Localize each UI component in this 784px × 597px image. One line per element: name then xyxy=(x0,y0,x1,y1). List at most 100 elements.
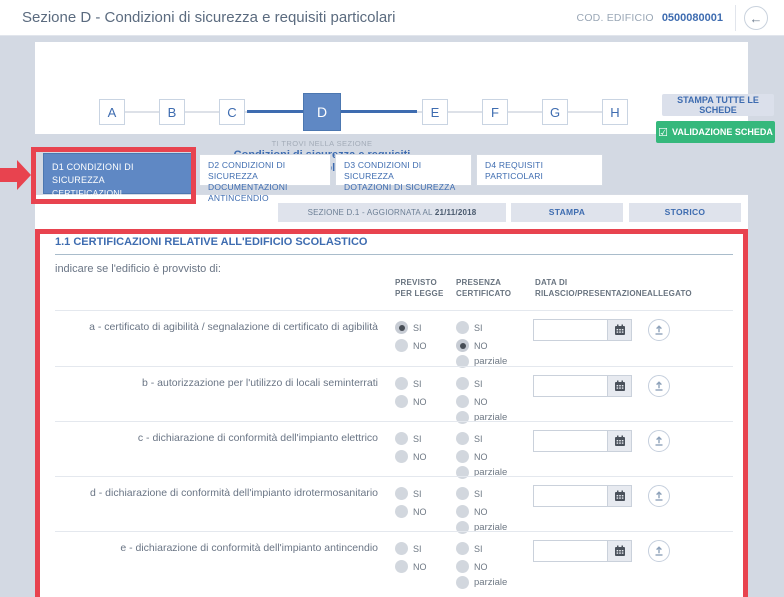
radio-circle[interactable] xyxy=(456,505,469,518)
radio-presenza-no[interactable]: NO xyxy=(456,560,488,573)
radio-previsto-si[interactable]: SI xyxy=(395,321,422,334)
section-status-badge: SEZIONE D.1 - AGGIORNATA AL 21/11/2018 xyxy=(278,203,506,222)
calendar-icon xyxy=(614,545,626,557)
date-input[interactable] xyxy=(533,485,607,507)
upload-attachment-button[interactable] xyxy=(648,485,670,507)
date-input[interactable] xyxy=(533,540,607,562)
radio-circle[interactable] xyxy=(395,377,408,390)
radio-circle[interactable] xyxy=(456,339,469,352)
radio-previsto-si[interactable]: SI xyxy=(395,377,422,390)
date-field-group xyxy=(533,319,632,341)
date-input[interactable] xyxy=(533,430,607,452)
radio-previsto-no[interactable]: NO xyxy=(395,560,427,573)
tab-d2-documentazioni-antincendio[interactable]: D2 CONDIZIONI DI SICUREZZA DOCUMENTAZION… xyxy=(199,154,331,186)
column-allegato: ALLEGATO xyxy=(647,288,692,299)
radio-circle[interactable] xyxy=(395,321,408,334)
tab-d3-dotazioni-di-sicurezza[interactable]: D3 CONDIZIONI DI SICUREZZA DOTAZIONI DI … xyxy=(335,154,472,186)
page: Sezione D - Condizioni di sicurezza e re… xyxy=(0,0,784,597)
upload-attachment-button[interactable] xyxy=(648,430,670,452)
page-title: Sezione D - Condizioni di sicurezza e re… xyxy=(22,0,396,36)
radio-previsto-no[interactable]: NO xyxy=(395,505,427,518)
radio-circle[interactable] xyxy=(395,505,408,518)
upload-attachment-button[interactable] xyxy=(648,319,670,341)
radio-previsto-si[interactable]: SI xyxy=(395,542,422,555)
radio-circle[interactable] xyxy=(456,450,469,463)
form-intro-text: indicare se l'edificio è provvisto di: xyxy=(55,263,221,275)
radio-previsto-no[interactable]: NO xyxy=(395,450,427,463)
radio-circle[interactable] xyxy=(456,321,469,334)
step-h[interactable]: H xyxy=(602,99,628,125)
upload-attachment-button[interactable] xyxy=(648,375,670,397)
tab-d4-requisiti-particolari[interactable]: D4 REQUISITI PARTICOLARI xyxy=(476,154,603,186)
validate-button[interactable]: ☑ VALIDAZIONE SCHEDA xyxy=(656,121,775,143)
radio-circle[interactable] xyxy=(456,576,469,589)
history-button[interactable]: STORICO xyxy=(629,203,741,222)
calendar-button[interactable] xyxy=(607,485,632,507)
radio-circle[interactable] xyxy=(456,377,469,390)
upload-icon xyxy=(653,324,665,336)
certification-row-a: a - certificato di agibilità / segnalazi… xyxy=(55,310,733,365)
radio-circle[interactable] xyxy=(395,450,408,463)
radio-circle[interactable] xyxy=(456,432,469,445)
tab-label: D4 REQUISITI PARTICOLARI xyxy=(485,160,543,181)
calendar-button[interactable] xyxy=(607,540,632,562)
status-prefix: SEZIONE D.1 - AGGIORNATA AL xyxy=(308,208,435,217)
print-button[interactable]: STAMPA xyxy=(511,203,623,222)
step-d-active[interactable]: D xyxy=(303,93,341,131)
step-g[interactable]: G xyxy=(542,99,568,125)
radio-previsto-no[interactable]: NO xyxy=(395,339,427,352)
step-f[interactable]: F xyxy=(482,99,508,125)
tab-d1-certificazioni[interactable]: D1 CONDIZIONI DI SICUREZZA CERTIFICAZION… xyxy=(43,153,195,194)
step-b[interactable]: B xyxy=(159,99,185,125)
date-field-group xyxy=(533,485,632,507)
radio-previsto-si[interactable]: SI xyxy=(395,432,422,445)
tab-sublabel: DOCUMENTAZIONI ANTINCENDIO xyxy=(208,182,322,204)
step-e[interactable]: E xyxy=(422,99,448,125)
upload-icon xyxy=(653,490,665,502)
calendar-button[interactable] xyxy=(607,375,632,397)
radio-presenza-parziale[interactable]: parziale xyxy=(456,576,507,589)
radio-presenza-no[interactable]: NO xyxy=(456,339,488,352)
radio-presenza-si[interactable]: SI xyxy=(456,377,483,390)
certification-row-c: c - dichiarazione di conformità dell'imp… xyxy=(55,421,733,476)
annotation-arrow xyxy=(0,168,17,182)
radio-circle[interactable] xyxy=(456,487,469,500)
step-c[interactable]: C xyxy=(219,99,245,125)
tab-label: D1 CONDIZIONI DI SICUREZZA xyxy=(52,162,134,185)
you-are-here-label: TI TROVI NELLA SEZIONE xyxy=(192,139,452,148)
checkbox-icon: ☑ xyxy=(658,126,668,139)
calendar-icon xyxy=(614,324,626,336)
column-previsto-per-legge: PREVISTOPER LEGGE xyxy=(395,277,443,299)
column-presenza-certificato: PRESENZACERTIFICATO xyxy=(456,277,511,299)
radio-presenza-si[interactable]: SI xyxy=(456,432,483,445)
radio-circle[interactable] xyxy=(395,542,408,555)
certification-row-d: d - dichiarazione di conformità dell'imp… xyxy=(55,476,733,531)
status-date: 21/11/2018 xyxy=(435,208,477,217)
step-a[interactable]: A xyxy=(99,99,125,125)
radio-presenza-si[interactable]: SI xyxy=(456,542,483,555)
header-right: COD. EDIFICIO 0500080001 ← xyxy=(577,0,768,36)
radio-presenza-no[interactable]: NO xyxy=(456,395,488,408)
radio-circle[interactable] xyxy=(395,432,408,445)
radio-presenza-si[interactable]: SI xyxy=(456,487,483,500)
calendar-button[interactable] xyxy=(607,430,632,452)
radio-circle[interactable] xyxy=(395,339,408,352)
calendar-icon xyxy=(614,490,626,502)
date-input[interactable] xyxy=(533,375,607,397)
radio-circle[interactable] xyxy=(395,560,408,573)
radio-previsto-no[interactable]: NO xyxy=(395,395,427,408)
radio-circle[interactable] xyxy=(456,560,469,573)
radio-presenza-no[interactable]: NO xyxy=(456,505,488,518)
radio-circle[interactable] xyxy=(395,395,408,408)
radio-circle[interactable] xyxy=(456,395,469,408)
radio-presenza-si[interactable]: SI xyxy=(456,321,483,334)
print-all-button[interactable]: STAMPA TUTTE LE SCHEDE xyxy=(662,94,774,116)
date-input[interactable] xyxy=(533,319,607,341)
upload-attachment-button[interactable] xyxy=(648,540,670,562)
radio-presenza-no[interactable]: NO xyxy=(456,450,488,463)
radio-previsto-si[interactable]: SI xyxy=(395,487,422,500)
radio-circle[interactable] xyxy=(456,542,469,555)
calendar-button[interactable] xyxy=(607,319,632,341)
radio-circle[interactable] xyxy=(395,487,408,500)
back-button[interactable]: ← xyxy=(744,6,768,30)
